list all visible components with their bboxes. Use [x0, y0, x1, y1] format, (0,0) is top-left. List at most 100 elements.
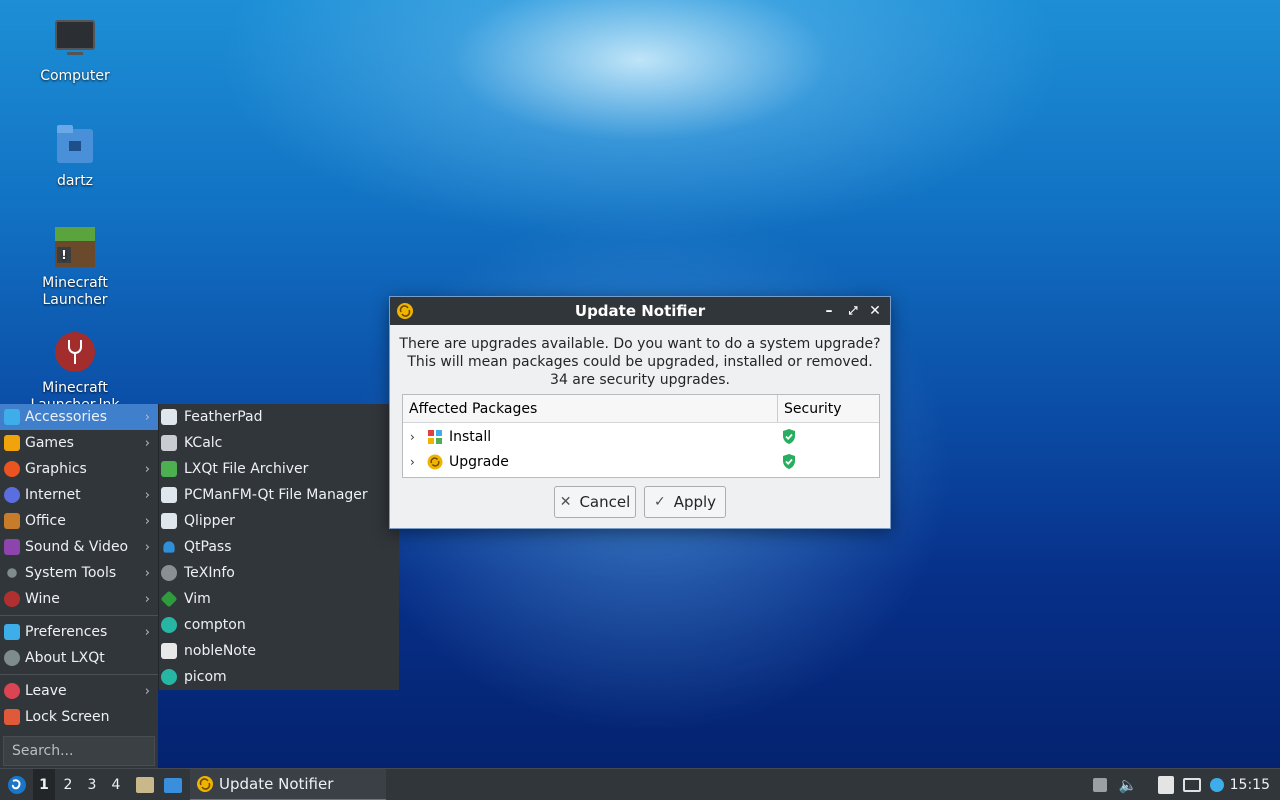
menu-item-kcalc[interactable]: KCalc [159, 430, 399, 456]
menu-item-label: Wine [25, 591, 60, 607]
menu-item-label: Accessories [25, 409, 108, 425]
desktop-icon-label: Minecraft Launcher [42, 275, 108, 308]
expand-arrow-icon[interactable]: › [410, 430, 422, 444]
menu-item-qtpass[interactable]: QtPass [159, 534, 399, 560]
search-placeholder: Search... [12, 743, 74, 759]
tree-row-label: Install [449, 428, 492, 445]
menu-item-pcmanfm-qt[interactable]: PCManFM-Qt File Manager [159, 482, 399, 508]
apply-button[interactable]: ✓ Apply [644, 486, 726, 518]
clipboard-icon [1158, 776, 1174, 794]
menu-item-label: KCalc [184, 435, 223, 451]
menu-item-internet[interactable]: Internet › [0, 482, 158, 508]
tray-clipboard[interactable] [1155, 769, 1177, 800]
workspace-4[interactable]: 4 [105, 769, 127, 800]
featherpad-icon [161, 409, 177, 425]
menu-item-compton[interactable]: compton [159, 612, 399, 638]
chevron-right-icon: › [144, 565, 150, 581]
workspace-1[interactable]: 1 [33, 769, 55, 800]
cancel-x-icon: ✕ [559, 494, 572, 510]
menu-item-label: Graphics [25, 461, 87, 477]
desktop-icon-minecraft-launcher[interactable]: ! Minecraft Launcher [30, 225, 120, 309]
menu-item-label: LXQt File Archiver [184, 461, 309, 477]
accessories-submenu: FeatherPad KCalc LXQt File Archiver PCMa… [158, 404, 399, 690]
menu-item-picom[interactable]: picom [159, 664, 399, 690]
desktop-icon-label: dartz [56, 173, 94, 189]
network-icon [1183, 778, 1201, 792]
leave-icon [4, 683, 20, 699]
dialog-titlebar[interactable]: Update Notifier – ⤢ ✕ [390, 297, 890, 325]
menu-item-label: FeatherPad [184, 409, 263, 425]
menu-item-noblenote[interactable]: nobleNote [159, 638, 399, 664]
tree-row-label: Upgrade [449, 453, 509, 470]
clock[interactable]: 15:15 [1230, 769, 1270, 800]
tray-update-notifier[interactable] [1207, 769, 1227, 800]
lock-icon [4, 709, 20, 725]
menu-item-lock-screen[interactable]: Lock Screen [0, 704, 158, 730]
tree-row-install[interactable]: › Install [403, 424, 879, 449]
volume-control[interactable]: 🔈 [1117, 769, 1139, 800]
noblenote-icon [161, 643, 177, 659]
minimize-button[interactable]: – [820, 301, 838, 321]
menu-item-label: Internet [25, 487, 81, 503]
menu-item-label: PCManFM-Qt File Manager [184, 487, 368, 503]
tree-header: Affected Packages Security [403, 395, 879, 423]
show-desktop-icon [164, 777, 182, 793]
qlipper-icon [161, 513, 177, 529]
task-update-notifier[interactable]: Update Notifier [190, 769, 386, 800]
menu-item-featherpad[interactable]: FeatherPad [159, 404, 399, 430]
quicklaunch-desktop[interactable] [162, 769, 184, 800]
close-button[interactable]: ✕ [866, 301, 884, 321]
cancel-button[interactable]: ✕ Cancel [554, 486, 636, 518]
menu-item-label: Vim [184, 591, 211, 607]
home-folder-icon [53, 123, 97, 167]
menu-item-leave[interactable]: Leave › [0, 678, 158, 704]
menu-item-qlipper[interactable]: Qlipper [159, 508, 399, 534]
maximize-button[interactable]: ⤢ [844, 301, 862, 321]
workspace-2[interactable]: 2 [57, 769, 79, 800]
graphics-icon [4, 461, 20, 477]
chevron-right-icon: › [144, 591, 150, 607]
task-label: Update Notifier [219, 775, 334, 793]
menu-item-sound-video[interactable]: Sound & Video › [0, 534, 158, 560]
menu-item-system-tools[interactable]: System Tools › [0, 560, 158, 586]
update-tray-icon [1210, 778, 1224, 792]
vim-icon [160, 590, 178, 608]
internet-icon [4, 487, 20, 503]
file-manager-icon [136, 777, 154, 793]
wine-icon [4, 591, 20, 607]
menu-item-office[interactable]: Office › [0, 508, 158, 534]
menu-item-games[interactable]: Games › [0, 430, 158, 456]
menu-item-graphics[interactable]: Graphics › [0, 456, 158, 482]
menu-item-accessories[interactable]: Accessories › [0, 404, 158, 430]
desktop-icon-home[interactable]: dartz [30, 123, 120, 190]
menu-item-wine[interactable]: Wine › [0, 586, 158, 612]
menu-item-lxqt-file-archiver[interactable]: LXQt File Archiver [159, 456, 399, 482]
desktop-icon-minecraft-launcher-lnk[interactable]: Minecraft Launcher.lnk [30, 330, 120, 414]
menu-item-label: picom [184, 669, 227, 685]
desktop-icon-computer[interactable]: Computer [30, 18, 120, 85]
menu-item-label: Sound & Video [25, 539, 129, 555]
column-header-packages[interactable]: Affected Packages [403, 395, 778, 422]
menu-search-input[interactable]: Search... [3, 736, 155, 766]
tray-arrow[interactable] [1090, 769, 1110, 800]
tray-network[interactable] [1181, 769, 1203, 800]
chevron-right-icon: › [144, 539, 150, 555]
chevron-right-icon: › [144, 624, 150, 640]
chevron-right-icon: › [144, 683, 150, 699]
menu-item-label: System Tools [25, 565, 117, 581]
expand-arrow-icon[interactable]: › [410, 455, 422, 469]
main-menu: Accessories › Games › Graphics › Interne… [0, 404, 158, 768]
column-header-security[interactable]: Security [778, 395, 879, 422]
menu-item-about-lxqt[interactable]: About LXQt [0, 645, 158, 671]
menu-item-preferences[interactable]: Preferences › [0, 619, 158, 645]
desktop-icon-label: Computer [40, 68, 110, 84]
menu-item-vim[interactable]: Vim [159, 586, 399, 612]
compton-icon [161, 617, 177, 633]
menu-item-texinfo[interactable]: TeXInfo [159, 560, 399, 586]
about-icon [4, 650, 20, 666]
main-menu-button[interactable] [4, 769, 30, 800]
message-line: 34 are security upgrades. [550, 372, 730, 388]
tree-row-upgrade[interactable]: › Upgrade [403, 449, 879, 474]
workspace-3[interactable]: 3 [81, 769, 103, 800]
quicklaunch-file-manager[interactable] [134, 769, 156, 800]
